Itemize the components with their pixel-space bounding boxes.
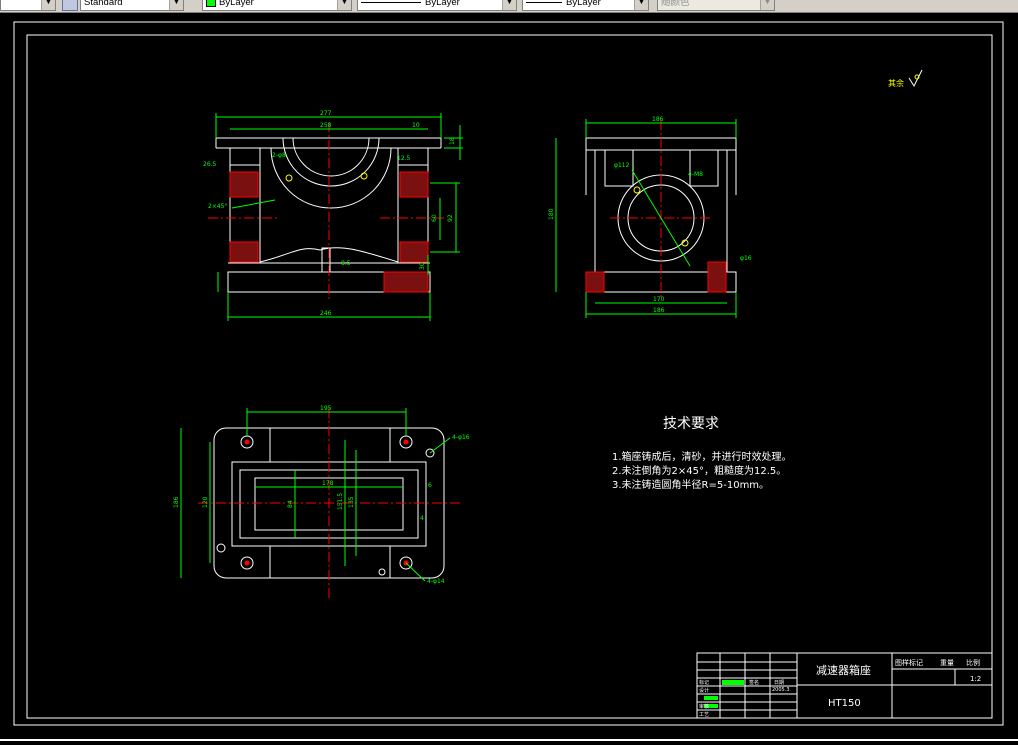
dim-top-width: 186 — [652, 116, 664, 123]
dim-bottom-inner: 170 — [653, 296, 665, 303]
text-style-value: Standard — [84, 0, 123, 8]
dim-hole-spec: 4-M8 — [688, 171, 703, 178]
chevron-down-icon: ▼ — [760, 0, 774, 10]
front-view: 277 258 10 18 26.5 2-φ8 12.5 2×45° 92 60… — [203, 110, 463, 321]
title-row-3: 审核 — [699, 703, 709, 710]
title-block: 减速器箱座 HT150 图样标记 重量 比例 1:2 2005.3 标记 设计 … — [696, 652, 993, 719]
tech-req-title: 技术要求 — [663, 416, 719, 432]
chevron-down-icon[interactable]: ▼ — [502, 0, 516, 10]
title-row-1: 标记 — [699, 679, 709, 686]
text-style-icon[interactable] — [62, 0, 78, 11]
surface-roughness-symbol: 其余 — [888, 69, 923, 88]
chevron-down-icon[interactable]: ▼ — [169, 0, 183, 10]
plotstyle-value: 随颜色 — [661, 0, 690, 8]
title-col-2: 日期 — [774, 680, 784, 686]
title-row-2: 设计 — [699, 687, 709, 694]
dim-plan-depth-a: 84 — [287, 500, 294, 508]
title-col-1: 签名 — [749, 679, 759, 686]
dim-right-flange: 18 — [449, 137, 456, 145]
lineweight-value: ByLayer — [566, 0, 601, 8]
lineweight-select[interactable]: ByLayer ▼ — [522, 0, 649, 11]
dim-overall: 277 — [320, 110, 332, 117]
dim-plan-height-overall: 186 — [173, 496, 180, 508]
dim-bore: φ112 — [614, 162, 630, 169]
dim-height: 180 — [548, 208, 555, 220]
dim-plan-small-b: 4 — [420, 515, 424, 522]
title-header-3: 比例 — [966, 658, 980, 667]
technical-requirements: 技术要求 1.箱座铸成后，清砂，并进行时效处理。 2.未注倒角为2×45°，粗糙… — [612, 416, 792, 491]
color-swatch-icon — [206, 0, 216, 8]
title-material: HT150 — [828, 698, 861, 709]
sheet-border — [13, 21, 1004, 726]
dim-plan-depth-b: 151.5 — [337, 493, 344, 510]
dim-plan-inner-width: 178 — [322, 480, 334, 487]
title-date: 2005.3 — [772, 687, 790, 693]
layer-color-value: ByLayer — [219, 0, 254, 8]
dim-plan-height-inner: 120 — [202, 496, 209, 508]
linetype-value: ByLayer — [425, 0, 460, 8]
title-part-name: 减速器箱座 — [816, 663, 871, 677]
chevron-down-icon[interactable]: ▼ — [337, 0, 351, 10]
side-view: 186 180 φ112 4-M8 φ16 170 186 — [548, 116, 752, 318]
tech-req-item-1: 1.箱座铸成后，清砂，并进行时效处理。 — [612, 450, 792, 463]
dim-base-width: 246 — [320, 310, 332, 317]
dim-plan-small-a: 6 — [428, 482, 432, 489]
toolbar-overflow-combo[interactable]: ▼ — [0, 0, 56, 11]
dim-chamfer: 2×45° — [208, 203, 227, 210]
drawing-frame — [26, 34, 993, 719]
chevron-down-icon[interactable]: ▼ — [41, 0, 55, 10]
linetype-sample — [361, 1, 421, 3]
dim-top-right: 10 — [412, 122, 420, 129]
title-scale: 1:2 — [970, 675, 981, 683]
plan-view: 195 186 120 178 84 151.5 135 6 4 4-φ16 4… — [173, 405, 470, 598]
dim-inner: 258 — [320, 122, 332, 129]
dim-middle-small: 8.5 — [341, 260, 351, 267]
dim-height-left-2: 30 — [419, 262, 426, 270]
title-row-4: 工艺 — [699, 712, 709, 718]
dim-height-right: 92 — [447, 214, 454, 222]
title-header-1: 图样标记 — [895, 658, 923, 667]
lineweight-sample — [526, 1, 562, 3]
dim-plan-hole-bottom: 4-φ14 — [427, 578, 445, 585]
title-header-2: 重量 — [940, 659, 954, 667]
text-style-select[interactable]: Standard ▼ — [80, 0, 184, 11]
drawing-canvas[interactable]: 277 258 10 18 26.5 2-φ8 12.5 2×45° 92 60… — [0, 13, 1018, 741]
dim-upper-right: 12.5 — [397, 155, 411, 162]
chevron-down-icon[interactable]: ▼ — [634, 0, 648, 10]
dim-plan-depth-c: 135 — [348, 496, 355, 508]
dim-pin: φ16 — [740, 255, 752, 262]
dim-plan-top: 195 — [320, 405, 332, 412]
layer-color-select[interactable]: ByLayer ▼ — [202, 0, 352, 11]
surface-mark-label: 其余 — [888, 78, 904, 88]
dim-height-left-1: 60 — [431, 214, 438, 222]
dim-upper-left: 2-φ8 — [272, 152, 286, 159]
dim-bottom-overall: 186 — [653, 307, 665, 314]
dim-plan-hole-top: 4-φ16 — [452, 434, 470, 441]
tech-req-item-3: 3.未注铸造圆角半径R=5-10mm。 — [612, 478, 769, 491]
dim-left-offset: 26.5 — [203, 161, 217, 168]
linetype-select[interactable]: ByLayer ▼ — [357, 0, 517, 11]
properties-toolbar: ▼ Standard ▼ ByLayer ▼ ByLayer ▼ ByLayer ▼ 随… — [0, 0, 1018, 13]
cad-drawing: 277 258 10 18 26.5 2-φ8 12.5 2×45° 92 60… — [13, 21, 1004, 726]
plotstyle-select: 随颜色 ▼ — [657, 0, 775, 11]
tech-req-item-2: 2.未注倒角为2×45°，粗糙度为12.5。 — [612, 464, 786, 477]
